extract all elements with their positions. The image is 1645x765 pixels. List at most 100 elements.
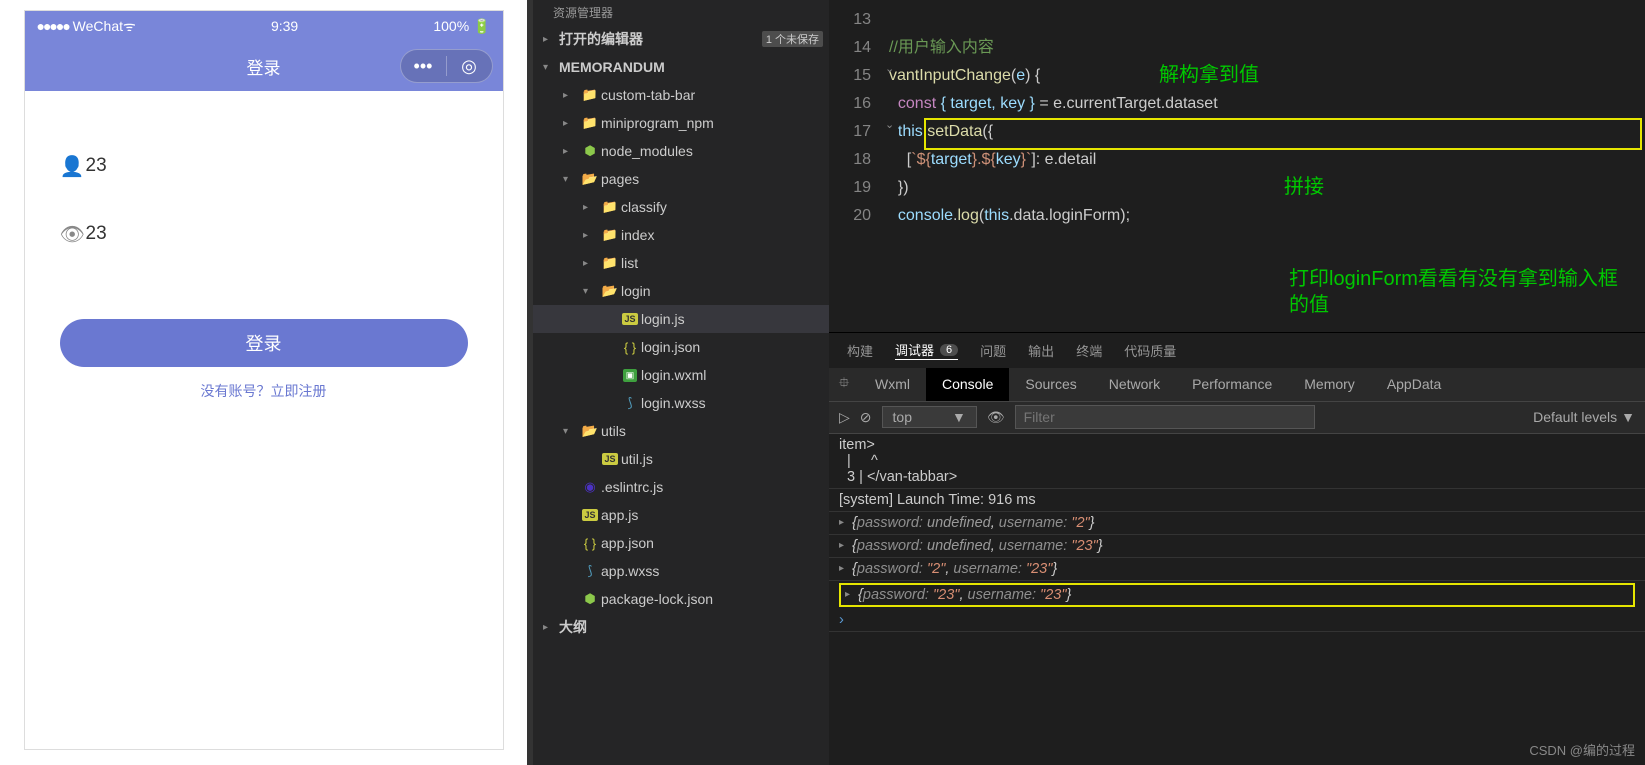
console-warning: item> | ^ 3 | </van-tabbar>: [829, 434, 1645, 489]
folder-icon: 📁: [579, 115, 601, 131]
watermark: CSDN @编的过程: [1529, 740, 1635, 759]
nav-bar: 登录 ••• ◎: [25, 41, 503, 91]
file-app-wxss[interactable]: ⟆app.wxss: [533, 557, 829, 585]
file-eslintrc[interactable]: ◉.eslintrc.js: [533, 473, 829, 501]
capsule-group[interactable]: ••• ◎: [400, 49, 493, 83]
devtools-tabs: ⯐ Wxml Console Sources Network Performan…: [829, 368, 1645, 402]
phone-frame: ●●●●● WeChatᯤ 9:39 100% 🔋 登录 ••• ◎ 👤 23: [24, 10, 504, 750]
file-explorer: 资源管理器 ▸打开的编辑器 1 个未保存 ▾MEMORANDUM ▸📁custo…: [533, 0, 829, 765]
file-login-json[interactable]: { }login.json: [533, 333, 829, 361]
unsaved-badge: 1 个未保存: [762, 31, 823, 47]
username-field[interactable]: 👤 23: [60, 141, 468, 191]
simulator-pane: ●●●●● WeChatᯤ 9:39 100% 🔋 登录 ••• ◎ 👤 23: [0, 0, 527, 765]
open-editors-section[interactable]: ▸打开的编辑器 1 个未保存: [533, 25, 829, 53]
file-login-js[interactable]: JSlogin.js: [533, 305, 829, 333]
context-selector[interactable]: top▼: [882, 406, 977, 428]
wxss-icon: ⟆: [619, 395, 641, 411]
js-icon: JS: [602, 453, 617, 465]
tab-build[interactable]: 构建: [847, 341, 873, 360]
folder-classify[interactable]: ▸📁classify: [533, 193, 829, 221]
editor-panel-group: 1314151617181920 ⌄ ⌄ //用户输入内容 vantInputC…: [829, 0, 1645, 765]
fold-icon[interactable]: ⌄: [885, 118, 894, 131]
pages-icon: 📂: [579, 171, 601, 187]
folder-icon: 📁: [599, 227, 621, 243]
folder-node-modules[interactable]: ▸⬢node_modules: [533, 137, 829, 165]
panel-tabs: 构建 调试器6 问题 输出 终端 代码质量: [829, 332, 1645, 368]
tab-debugger[interactable]: 调试器6: [895, 340, 958, 360]
folder-icon: 📁: [599, 199, 621, 215]
login-page: 👤 23 👁 23 登录 没有账号？立即注册: [25, 91, 503, 749]
folder-login[interactable]: ▾📂login: [533, 277, 829, 305]
devtab-performance[interactable]: Performance: [1176, 368, 1288, 401]
tab-output[interactable]: 输出: [1028, 341, 1054, 360]
annotation-console: 打印loginForm看看有没有拿到输入框的值: [1289, 266, 1629, 318]
tab-terminal[interactable]: 终端: [1076, 341, 1102, 360]
wxss-icon: ⟆: [579, 563, 601, 579]
inspect-icon[interactable]: ⯐: [829, 372, 859, 396]
file-app-js[interactable]: JSapp.js: [533, 501, 829, 529]
json-icon: { }: [579, 536, 601, 551]
utils-icon: 📂: [579, 423, 601, 439]
npm-icon: ⬢: [579, 591, 601, 607]
capsule-close-icon[interactable]: ◎: [447, 56, 492, 77]
user-icon: 👤: [60, 154, 86, 179]
file-package-lock[interactable]: ⬢package-lock.json: [533, 585, 829, 613]
file-app-json[interactable]: { }app.json: [533, 529, 829, 557]
folder-list[interactable]: ▸📁list: [533, 249, 829, 277]
json-icon: { }: [619, 340, 641, 355]
project-root[interactable]: ▾MEMORANDUM: [533, 53, 829, 81]
debugger-badge: 6: [940, 344, 958, 356]
folder-miniprogram-npm[interactable]: ▸📁miniprogram_npm: [533, 109, 829, 137]
file-login-wxml[interactable]: ▣login.wxml: [533, 361, 829, 389]
nav-title: 登录: [247, 54, 281, 79]
folder-custom-tab-bar[interactable]: ▸📁custom-tab-bar: [533, 81, 829, 109]
wifi-icon: ᯤ: [123, 18, 136, 34]
signal-dots: ●●●●●: [37, 18, 69, 34]
console-log-row[interactable]: ▸{password: undefined, username: "23"}: [829, 535, 1645, 558]
annotation-destructure: 解构拿到值: [1159, 58, 1259, 87]
fold-icon[interactable]: ⌄: [885, 62, 894, 75]
devtab-memory[interactable]: Memory: [1288, 368, 1371, 401]
battery-icon: 🔋: [473, 18, 490, 34]
devtab-appdata[interactable]: AppData: [1371, 368, 1457, 401]
clear-icon[interactable]: ⊘: [860, 409, 872, 426]
carrier-label: WeChat: [73, 18, 123, 34]
console-toolbar: ▷ ⊘ top▼ 👁 Default levels ▼: [829, 402, 1645, 434]
folder-utils[interactable]: ▾📂utils: [533, 417, 829, 445]
filter-input[interactable]: [1015, 405, 1315, 429]
password-value: 23: [86, 223, 107, 245]
battery-label: 100%: [433, 18, 469, 34]
levels-selector[interactable]: Default levels ▼: [1533, 409, 1635, 425]
time-label: 9:39: [271, 18, 298, 34]
console-prompt[interactable]: ›: [829, 609, 1645, 632]
devtab-wxml[interactable]: Wxml: [859, 368, 926, 401]
play-icon[interactable]: ▷: [839, 409, 850, 426]
devtab-network[interactable]: Network: [1093, 368, 1176, 401]
tab-problems[interactable]: 问题: [980, 341, 1006, 360]
folder-icon: 📁: [579, 87, 601, 103]
eye-icon[interactable]: 👁: [987, 409, 1005, 426]
explorer-header: 资源管理器: [533, 0, 829, 25]
js-icon: JS: [582, 509, 597, 521]
outline-section[interactable]: ▸大纲: [533, 613, 829, 641]
file-util-js[interactable]: JSutil.js: [533, 445, 829, 473]
devtab-console[interactable]: Console: [926, 368, 1009, 401]
console-output[interactable]: item> | ^ 3 | </van-tabbar> [system] Lau…: [829, 434, 1645, 765]
folder-index[interactable]: ▸📁index: [533, 221, 829, 249]
devtab-sources[interactable]: Sources: [1009, 368, 1092, 401]
password-field[interactable]: 👁 23: [60, 209, 468, 259]
capsule-menu-icon[interactable]: •••: [401, 56, 446, 77]
folder-open-icon: 📂: [599, 283, 621, 299]
console-log-row[interactable]: ▸{password: undefined, username: "2"}: [829, 512, 1645, 535]
tab-code-quality[interactable]: 代码质量: [1124, 341, 1176, 360]
register-link[interactable]: 没有账号？立即注册: [60, 381, 468, 401]
code-editor[interactable]: 1314151617181920 ⌄ ⌄ //用户输入内容 vantInputC…: [829, 0, 1645, 332]
folder-pages[interactable]: ▾📂pages: [533, 165, 829, 193]
line-gutter: 1314151617181920: [829, 0, 889, 332]
highlight-box-2: ▸{password: "23", username: "23"}: [839, 583, 1635, 607]
wxml-icon: ▣: [623, 369, 638, 382]
code-comment: //用户输入内容: [889, 39, 994, 56]
login-button[interactable]: 登录: [60, 319, 468, 367]
console-log-row[interactable]: ▸{password: "2", username: "23"}: [829, 558, 1645, 581]
file-login-wxss[interactable]: ⟆login.wxss: [533, 389, 829, 417]
